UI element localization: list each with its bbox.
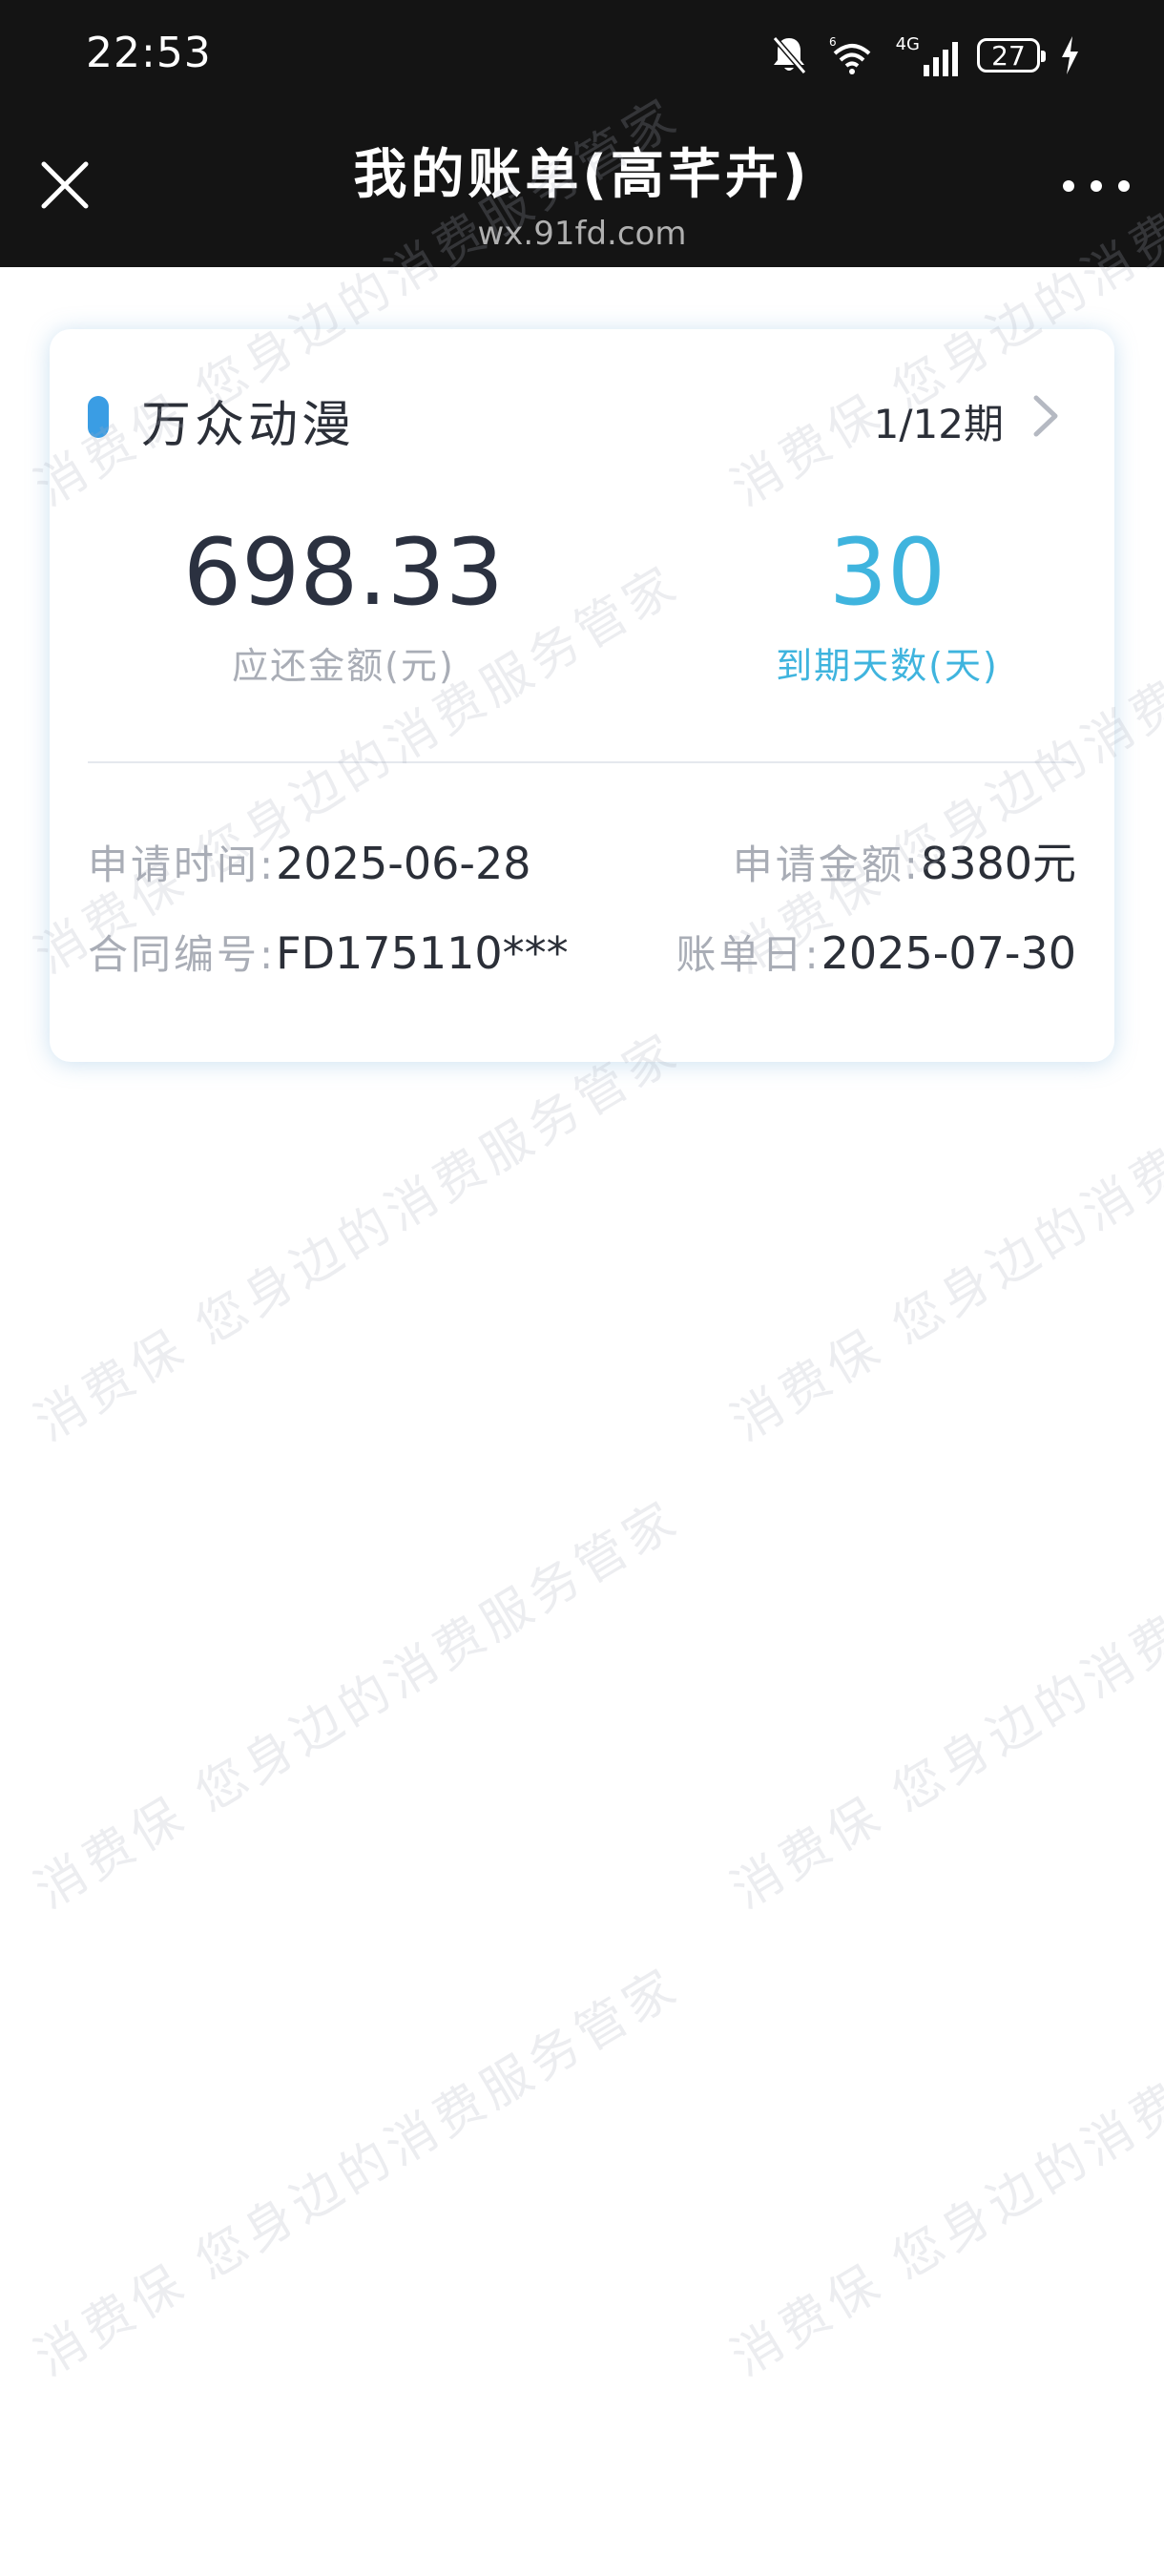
divider bbox=[88, 761, 1076, 763]
wifi-icon: 6 bbox=[829, 35, 870, 74]
apply-time-label: 申请时间: bbox=[88, 841, 277, 888]
installment-period: 1/12期 bbox=[873, 401, 1004, 447]
title-block: 我的账单(高芊卉) wx.91fd.com bbox=[0, 132, 1164, 253]
status-time: 22:53 bbox=[86, 29, 212, 77]
watermark-text: 消费保 您身边的消费服务管家 bbox=[721, 1489, 1164, 1921]
more-dot-icon bbox=[1091, 180, 1102, 192]
amount-due-label: 应还金额(元) bbox=[232, 645, 455, 687]
page: 22:53 6 4G 27 我的账单(高芊卉) wx.91fd.com 万众动漫… bbox=[0, 0, 1164, 2576]
svg-text:6: 6 bbox=[829, 35, 837, 49]
contract-number-value: FD175110*** bbox=[276, 927, 569, 979]
more-menu-button[interactable] bbox=[1063, 172, 1130, 200]
days-left-block: 30 到期天数(天) bbox=[639, 520, 1135, 689]
contract-number: 合同编号:FD175110*** bbox=[88, 924, 569, 984]
bill-date-label: 账单日: bbox=[676, 931, 821, 978]
watermark-text: 消费保 您身边的消费服务管家 bbox=[25, 1489, 691, 1921]
contract-number-label: 合同编号: bbox=[88, 931, 277, 978]
bill-card[interactable]: 万众动漫 1/12期 698.33 应还金额(元) 30 到期天数(天) 申请时… bbox=[50, 329, 1114, 1062]
top-header: 22:53 6 4G 27 我的账单(高芊卉) wx.91fd.com bbox=[0, 0, 1164, 267]
signal-icon: 4G bbox=[896, 34, 958, 76]
apply-amount-label: 申请金额: bbox=[732, 841, 921, 888]
info-row-apply: 申请时间:2025-06-28 申请金额:8380元 bbox=[88, 835, 1076, 892]
more-dot-icon bbox=[1063, 180, 1074, 192]
bell-muted-icon bbox=[772, 36, 806, 74]
info-row-contract: 合同编号:FD175110*** 账单日:2025-07-30 bbox=[88, 924, 1076, 982]
page-domain: wx.91fd.com bbox=[477, 215, 687, 253]
apply-time-value: 2025-06-28 bbox=[276, 838, 531, 889]
watermark-text: 消费保 您身边的消费服务管家 bbox=[25, 1022, 691, 1453]
battery-level: 27 bbox=[991, 39, 1026, 72]
apply-amount-value: 8380元 bbox=[920, 838, 1076, 889]
watermark-text: 消费保 您身边的消费服务管家 bbox=[721, 1022, 1164, 1453]
chevron-right-icon[interactable] bbox=[1027, 392, 1065, 440]
bill-card-header[interactable]: 万众动漫 1/12期 bbox=[50, 329, 1114, 510]
days-left-label: 到期天数(天) bbox=[776, 645, 999, 687]
merchant-marker bbox=[88, 396, 109, 438]
amount-due-block: 698.33 应还金额(元) bbox=[95, 520, 592, 689]
merchant-name: 万众动漫 bbox=[141, 397, 356, 454]
more-dot-icon bbox=[1118, 180, 1130, 192]
days-left-value: 30 bbox=[828, 519, 946, 626]
amount-due-value: 698.33 bbox=[183, 519, 504, 626]
watermark-text: 消费保 您身边的消费服务管家 bbox=[721, 1957, 1164, 2388]
page-title: 我的账单(高芊卉) bbox=[353, 144, 811, 206]
apply-amount: 申请金额:8380元 bbox=[733, 835, 1076, 894]
battery-icon: 27 bbox=[977, 38, 1046, 73]
apply-time: 申请时间:2025-06-28 bbox=[88, 835, 531, 894]
watermark-text: 消费保 您身边的消费服务管家 bbox=[25, 1957, 691, 2388]
network-type: 4G bbox=[895, 34, 920, 54]
bill-date-value: 2025-07-30 bbox=[821, 927, 1076, 979]
charging-icon bbox=[1062, 36, 1078, 74]
bill-date: 账单日:2025-07-30 bbox=[676, 924, 1077, 984]
status-icons: 6 4G 27 bbox=[770, 29, 1080, 82]
